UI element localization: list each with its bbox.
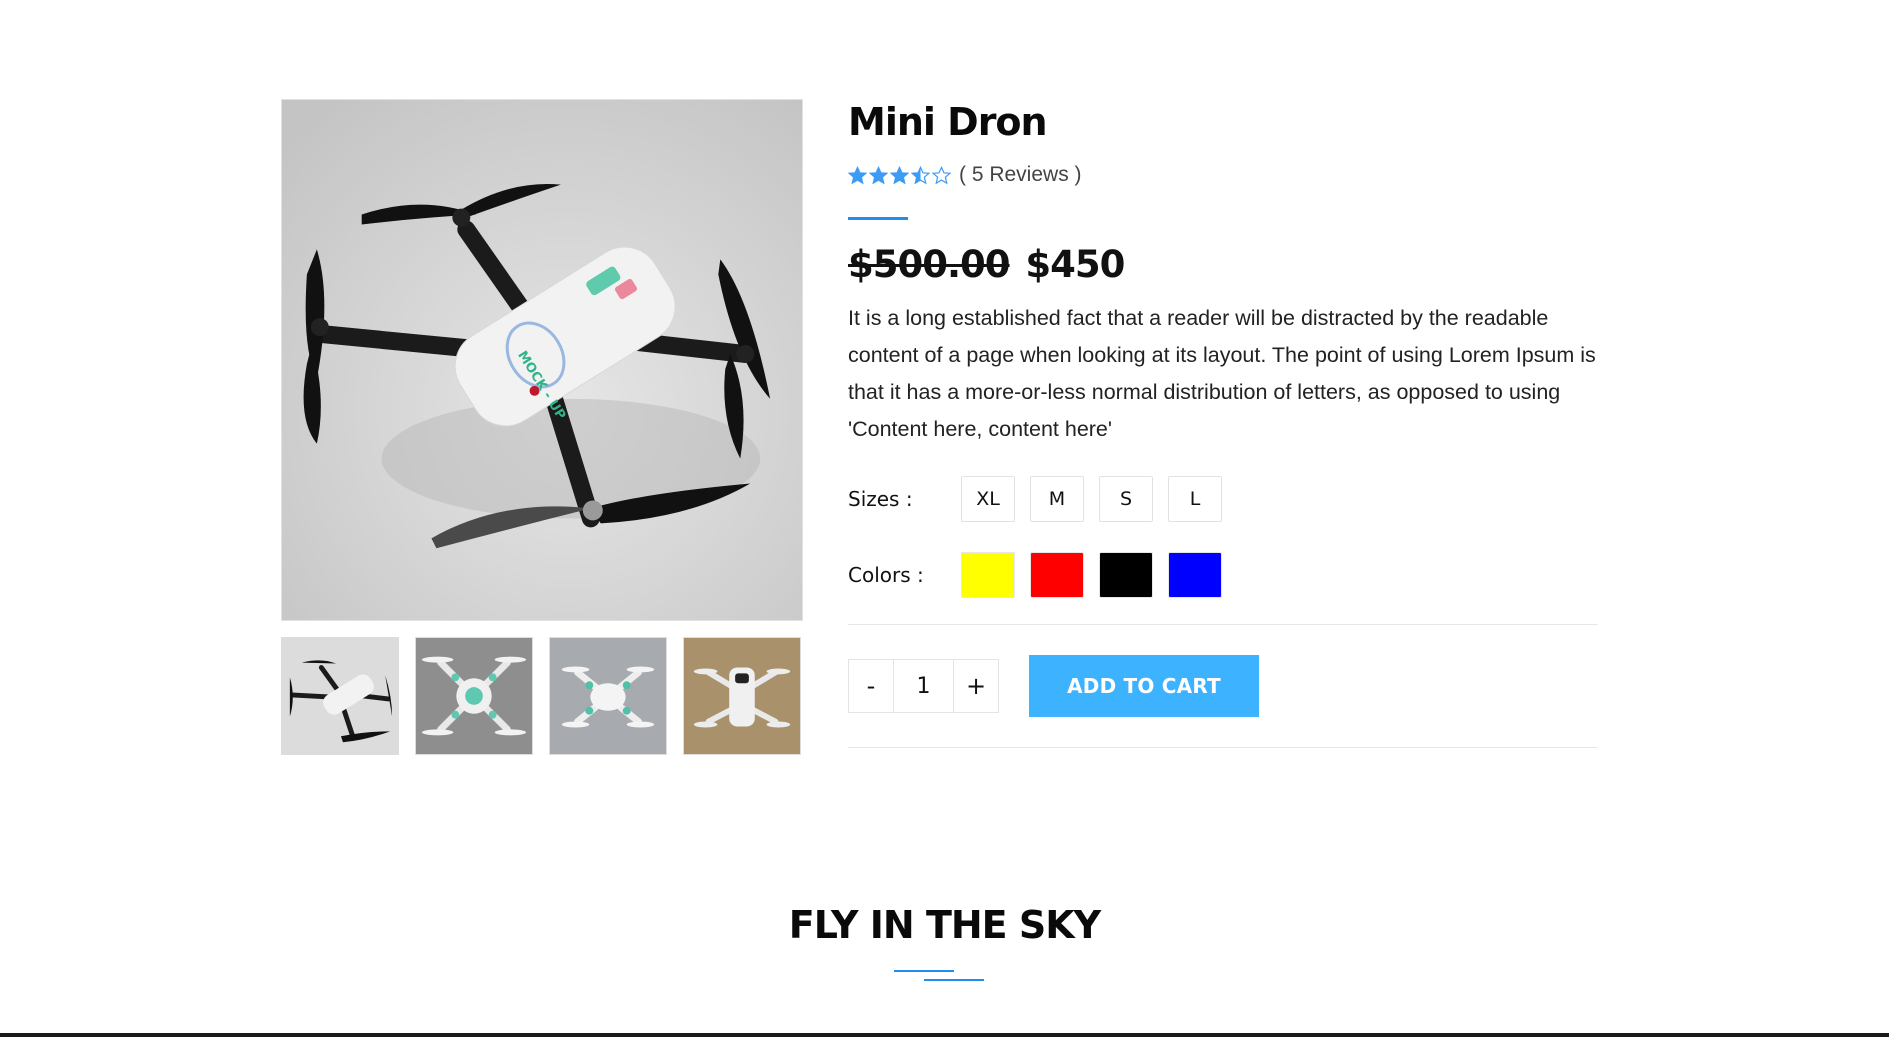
color-swatch-red[interactable]: [1030, 552, 1084, 598]
product-main-image[interactable]: MOCK - UP: [281, 99, 803, 621]
accent-divider: [848, 217, 908, 220]
quantity-stepper: - +: [848, 659, 999, 713]
bottom-border: [0, 1033, 1889, 1037]
drone-photo-icon: MOCK - UP: [282, 100, 802, 620]
color-swatch-yellow[interactable]: [961, 552, 1015, 598]
sizes-row: Sizes : XL M S L: [848, 476, 1598, 522]
thumbnail-2[interactable]: [415, 637, 533, 755]
color-swatch-blue[interactable]: [1168, 552, 1222, 598]
drone-thumb-3-icon: [550, 638, 666, 754]
drone-thumb-4-icon: [684, 638, 800, 754]
new-price: $450: [1025, 243, 1125, 286]
product-detail: MOCK - UP Mini Dron (5 Reviews) $500.0…: [281, 99, 1598, 759]
thumbnail-strip: [281, 637, 803, 757]
product-title: Mini Dron: [848, 100, 1048, 144]
quantity-input[interactable]: [893, 660, 954, 712]
reviews-link[interactable]: ( 5 Reviews ): [959, 163, 1082, 187]
thumbnail-3[interactable]: [549, 637, 667, 755]
size-option-l[interactable]: L: [1168, 476, 1222, 522]
size-option-xl[interactable]: XL: [961, 476, 1015, 522]
star-filled-icon: [869, 165, 888, 184]
rating-row: ( 5 Reviews ): [848, 161, 1598, 189]
section-underline: [894, 970, 954, 972]
star-empty-icon: [932, 165, 951, 184]
colors-row: Colors :: [848, 552, 1598, 598]
drone-thumb-2-icon: [416, 638, 532, 754]
add-to-cart-button[interactable]: ADD TO CART: [1029, 655, 1259, 717]
color-options: [961, 552, 1222, 598]
star-rating: [848, 165, 951, 185]
thumbnail-1[interactable]: [281, 637, 399, 755]
size-option-m[interactable]: M: [1030, 476, 1084, 522]
price: $500.00 $450: [848, 242, 1598, 288]
size-option-s[interactable]: S: [1099, 476, 1153, 522]
section-title: FLY IN THE SKY: [788, 903, 1101, 947]
cart-row: - + ADD TO CART: [848, 625, 1598, 747]
colors-label: Colors :: [848, 563, 924, 587]
divider-bottom: [848, 747, 1598, 748]
star-filled-icon: [848, 165, 867, 184]
section-underline-offset: [924, 979, 984, 981]
product-info: Mini Dron ( 5 Reviews ) $500.00 $450 It …: [848, 99, 1598, 748]
quantity-decrease-button[interactable]: -: [849, 660, 893, 712]
thumbnail-4[interactable]: [683, 637, 801, 755]
product-description: It is a long established fact that a rea…: [848, 306, 1596, 441]
star-filled-icon: [890, 165, 909, 184]
size-options: XL M S L: [961, 476, 1222, 522]
star-half-icon: [911, 165, 930, 184]
sizes-label: Sizes :: [848, 487, 913, 511]
drone-thumb-1-icon: [282, 638, 398, 754]
quantity-increase-button[interactable]: +: [954, 660, 998, 712]
color-swatch-black[interactable]: [1099, 552, 1153, 598]
old-price: $500.00: [848, 243, 1011, 286]
